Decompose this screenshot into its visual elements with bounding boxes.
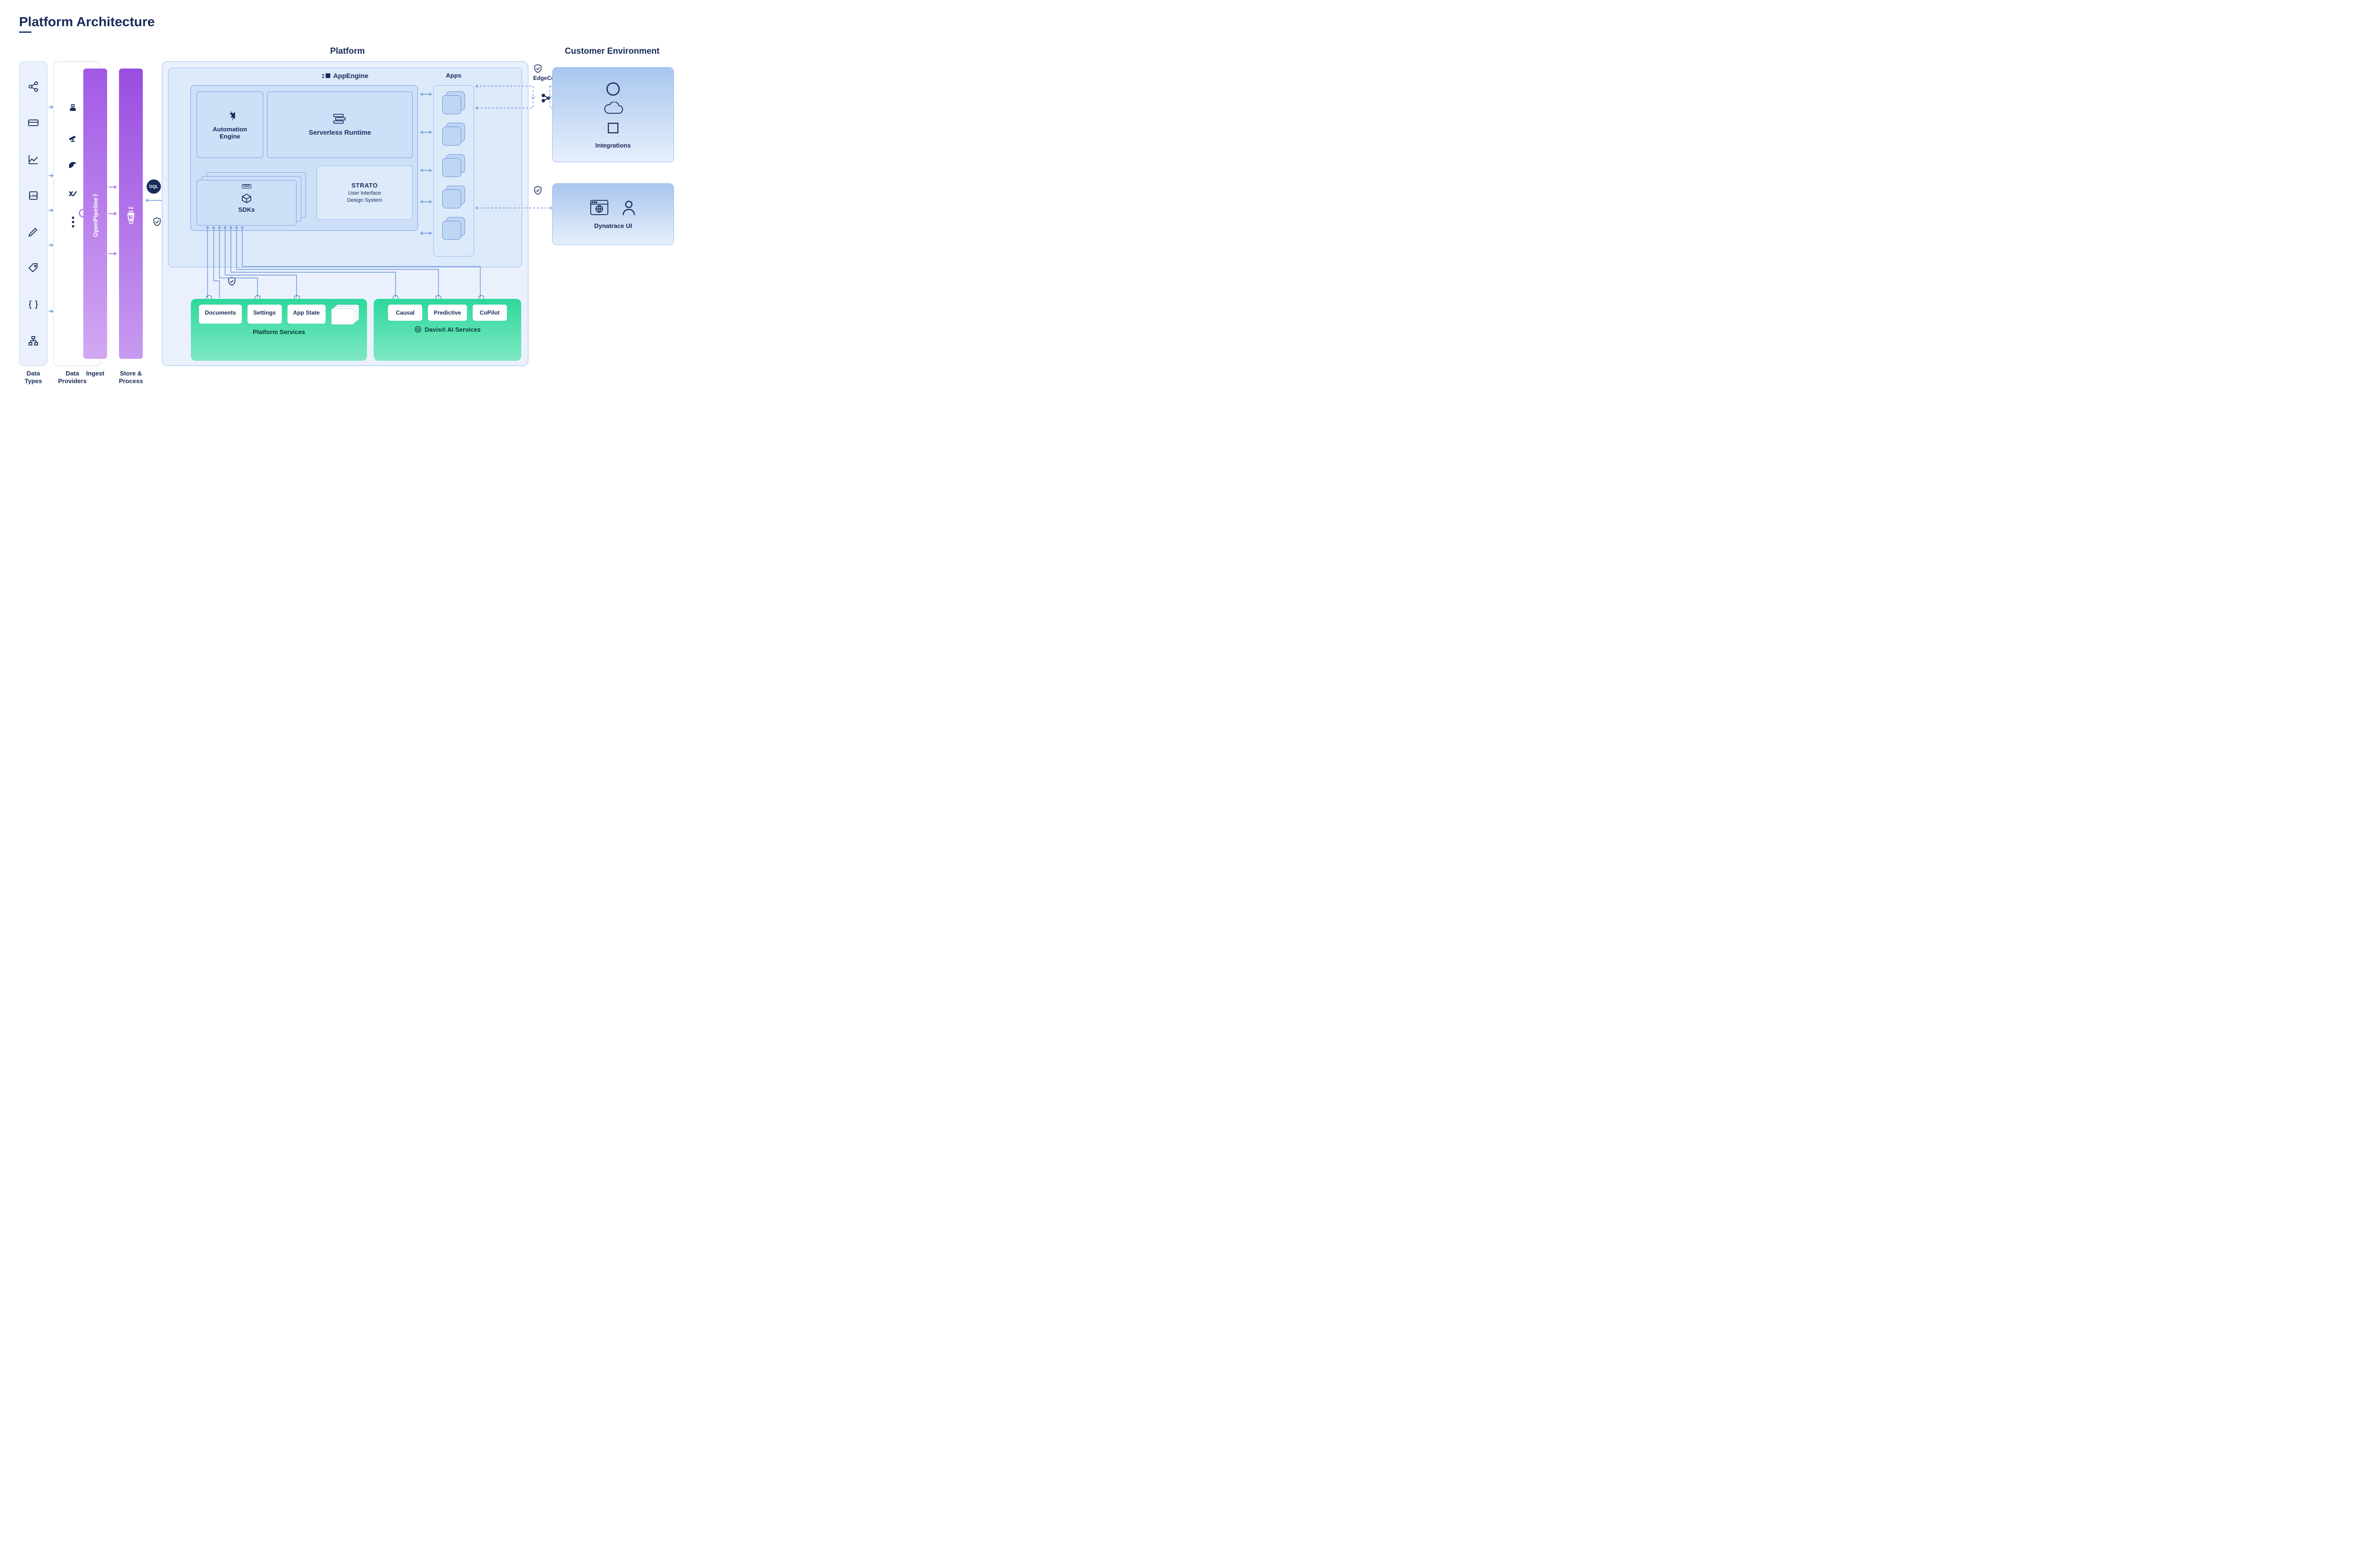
more-services-stack: [331, 305, 359, 324]
serverless-icon: [333, 113, 347, 124]
app-tile: [442, 186, 466, 209]
serverless-label: Serverless Runtime: [309, 128, 371, 136]
ui-connector: [476, 204, 552, 214]
sdk-box-icon: [241, 193, 252, 204]
bidir-arrow: [420, 168, 432, 173]
app-tile: [442, 123, 466, 147]
bidir-arrow: [420, 130, 432, 135]
apps-label: Apps: [433, 72, 474, 79]
ingest-col-label: Ingest: [83, 370, 107, 377]
appengine-box: Automation Engine Serverless Runtime SDK…: [190, 85, 418, 231]
store-column: Grail™: [119, 69, 143, 359]
flow-icon: [67, 188, 79, 199]
platform-box: AppEngine Apps Automation Engine Serverl…: [162, 61, 528, 366]
share-icon: [28, 81, 39, 92]
edge-connectors: [476, 82, 557, 130]
sdk-badge: SDK: [242, 184, 252, 188]
user-icon: [621, 199, 636, 216]
strato-title: STRATO: [351, 182, 377, 189]
dynatrace-ui-label: Dynatrace UI: [594, 222, 632, 229]
square-icon: [606, 121, 620, 135]
tag-icon: [28, 262, 39, 274]
serverless-runtime-box: Serverless Runtime: [267, 91, 413, 158]
integrations-box: Integrations: [552, 67, 674, 162]
data-types-column: LOG: [19, 61, 48, 366]
copilot-tile: CoPilot: [473, 305, 507, 321]
dql-badge: DQL: [147, 179, 161, 194]
bird-icon: [67, 159, 79, 171]
title-underline: [19, 31, 31, 33]
automation-engine-box: Automation Engine: [197, 91, 263, 158]
sdks-label: SDKs: [238, 206, 255, 213]
customer-env-title: Customer Environment: [545, 46, 679, 56]
app-state-tile: App State: [288, 305, 326, 324]
dynatrace-ui-box: Dynatrace UI: [552, 183, 674, 245]
architecture-diagram: Platform Customer Environment LOG OpenPi…: [19, 42, 676, 395]
bidir-arrow: [420, 199, 432, 204]
integrations-label: Integrations: [595, 142, 631, 149]
pen-icon: [28, 226, 39, 237]
settings-tile: Settings: [248, 305, 282, 324]
agent-head-icon: [67, 102, 79, 114]
shield-icon: [152, 217, 162, 227]
ingest-column: OpenPipeline™: [83, 69, 107, 359]
platform-services-label: Platform Services: [253, 328, 305, 336]
grail-label: Grail™: [128, 203, 135, 225]
app-tile: [442, 91, 466, 115]
automation-label: Automation Engine: [213, 126, 247, 140]
strato-box: STRATO User Interface Design System: [317, 166, 413, 220]
davis-icon: [414, 326, 422, 333]
data-types-col-label: Data Types: [19, 370, 48, 386]
sdks-stack: SDKs SDK: [197, 172, 306, 226]
svg-text:LOG: LOG: [30, 195, 37, 198]
predictive-tile: Predictive: [428, 305, 466, 321]
shield-icon: [533, 63, 543, 74]
strato-subtitle: User Interface Design System: [347, 190, 382, 204]
platform-section-title: Platform: [252, 46, 443, 56]
bidir-arrow: [420, 92, 432, 97]
chart-icon: [28, 154, 39, 165]
documents-tile: Documents: [199, 305, 241, 324]
browser-globe-icon: [590, 199, 609, 216]
app-tile: [442, 154, 466, 178]
shield-icon: [533, 185, 543, 196]
network-icon: [28, 335, 39, 346]
cloud-icon: [603, 102, 624, 116]
more-providers-icon: [72, 217, 74, 227]
openpipeline-label: OpenPipeline™: [92, 190, 99, 237]
braces-icon: [28, 299, 39, 310]
telescope-icon: [67, 131, 79, 142]
card-icon: [28, 117, 39, 128]
log-icon: LOG: [28, 190, 39, 201]
platform-services-box: Documents Settings App State Platform Se…: [191, 299, 367, 361]
store-col-label: Store & Process: [115, 370, 147, 386]
automation-icon: [224, 109, 236, 122]
davis-ai-label: Davis® AI Services: [414, 326, 481, 333]
causal-tile: Causal: [388, 305, 422, 321]
davis-ai-services-box: Causal Predictive CoPilot Davis® AI Serv…: [374, 299, 521, 361]
page-title: Platform Architecture: [19, 14, 2361, 30]
circle-icon: [605, 81, 621, 97]
